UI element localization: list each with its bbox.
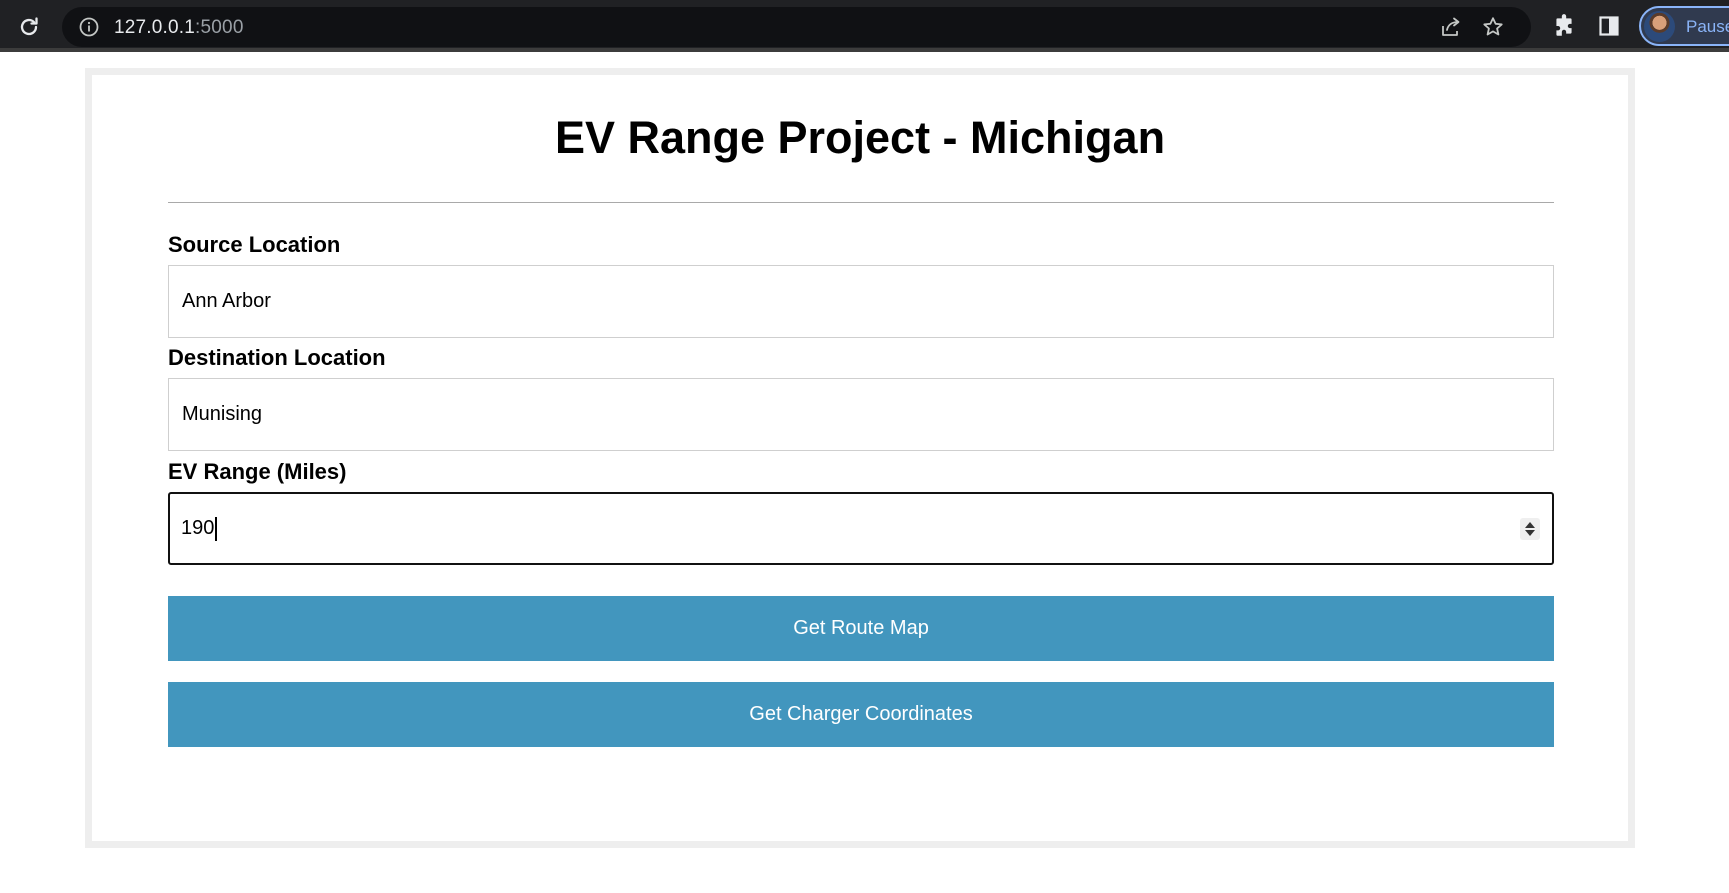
side-panel-icon[interactable] [1597,14,1621,38]
info-icon[interactable] [78,16,100,38]
extensions-puzzle-icon[interactable] [1551,13,1577,39]
reload-icon[interactable] [14,12,44,42]
url-host: 127.0.0.1 [114,17,196,38]
number-spinner-icon[interactable] [1520,518,1540,540]
profile-chip[interactable]: Paused [1639,6,1729,46]
range-label: EV Range (Miles) [168,459,347,484]
page-title: EV Range Project - Michigan [554,112,1166,163]
source-value: Ann Arbor [182,290,271,312]
form-card: EV Range Project - Michigan Source Locat… [85,68,1635,848]
url-port: :5000 [195,17,244,38]
share-icon[interactable] [1439,15,1463,39]
destination-label: Destination Location [168,345,386,370]
address-bar[interactable]: 127.0.0.1:5000 [62,7,1531,47]
range-value: 190 [181,517,215,539]
get-route-map-button[interactable]: Get Route Map [168,596,1554,661]
text-caret [215,516,218,541]
profile-status: Paused [1686,17,1729,36]
source-input[interactable]: Ann Arbor [168,265,1554,338]
title-divider [168,202,1554,203]
get-charger-coordinates-button[interactable]: Get Charger Coordinates [168,682,1554,747]
avatar [1644,11,1675,42]
url-text[interactable]: 127.0.0.1:5000 [114,17,244,39]
destination-value: Munising [182,403,263,425]
browser-toolbar: 127.0.0.1:5000 Paused [0,0,1729,52]
source-label: Source Location [168,232,341,257]
destination-input[interactable]: Munising [168,378,1554,451]
range-number-input[interactable]: 190 [168,492,1554,565]
bookmark-star-icon[interactable] [1481,15,1505,39]
